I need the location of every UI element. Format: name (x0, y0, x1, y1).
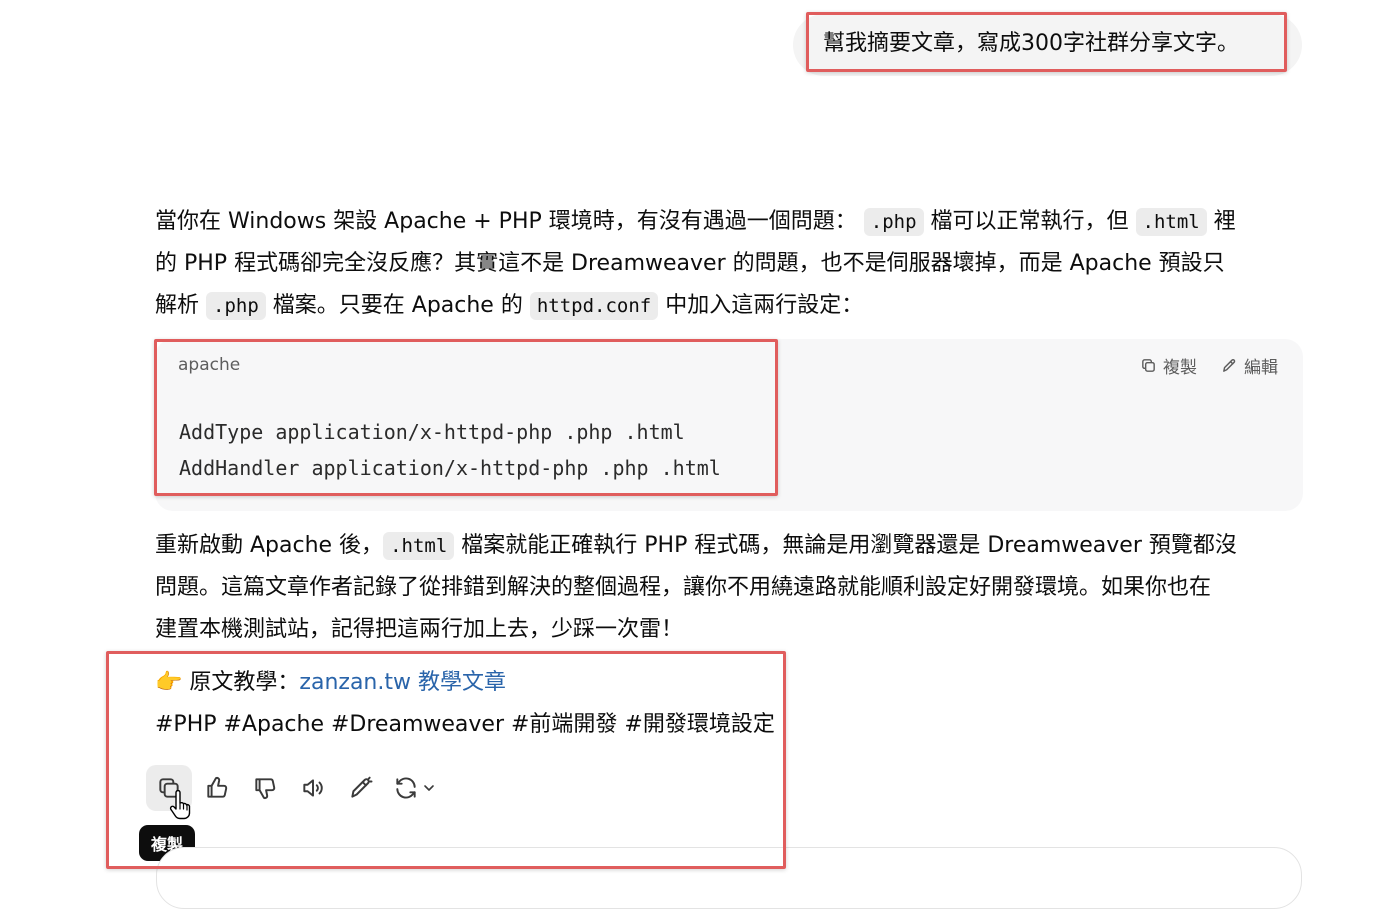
text-span: 中加入這兩行設定： (665, 293, 864, 318)
code-copy-button[interactable]: 複製 (1140, 353, 1197, 378)
text-span: 檔案就能正確執行 PHP 程式碼，無論是用瀏覽器還是 Dreamweaver 預… (461, 533, 1237, 558)
paragraph-line: 的 PHP 程式碼卻完全沒反應？其實這不是 Dreamweaver 的問題，也不… (155, 251, 1225, 276)
response-paragraph-1: 當你在 Windows 架設 Apache + PHP 環境時，有沒有遇過一個問… (155, 201, 1305, 327)
response-paragraph-2: 重新啟動 Apache 後， .html 檔案就能正確執行 PHP 程式碼，無論是… (155, 525, 1305, 651)
paragraph-line: 重新啟動 Apache 後， .html 檔案就能正確執行 PHP 程式碼，無論是… (155, 525, 1305, 567)
edit-pen-icon (1223, 359, 1236, 372)
paragraph-line: 建置本機測試站，記得把這兩行加上去，少踩一次雷！ (155, 617, 684, 642)
paragraph-line: 當你在 Windows 架設 Apache + PHP 環境時，有沒有遇過一個問… (155, 201, 1305, 243)
text-span: 檔可以正常執行，但 (930, 209, 1129, 234)
copy-icon (1142, 359, 1155, 372)
code-edit-button[interactable]: 編輯 (1221, 353, 1278, 378)
code-edit-label: 編輯 (1244, 358, 1278, 378)
text-span: 裡 (1213, 209, 1236, 234)
text-span: 檔案。只要在 Apache 的 (272, 293, 523, 318)
highlight-box-source-actions (106, 651, 786, 869)
inline-code: .html (383, 532, 455, 560)
code-copy-label: 複製 (1163, 358, 1197, 378)
highlight-box-code (154, 339, 778, 496)
text-span: 當你在 Windows 架設 Apache + PHP 環境時，有沒有遇過一個問… (155, 209, 857, 234)
text-span: 解析 (155, 293, 200, 318)
code-block-actions: 複製 編輯 (1140, 353, 1278, 378)
inline-code: .php (206, 292, 266, 320)
paragraph-line: 問題。這篇文章作者記錄了從排錯到解決的整個過程，讓你不用繞遠路就能順利設定好開發… (155, 575, 1212, 600)
text-span: 重新啟動 Apache 後， (155, 533, 384, 558)
inline-code: httpd.conf (529, 292, 659, 320)
inline-code: .php (863, 208, 924, 236)
highlight-box-user-message (806, 12, 1287, 72)
inline-code: .html (1135, 208, 1207, 236)
paragraph-line: 解析 .php 檔案。只要在 Apache 的 httpd.conf 中加入這兩… (155, 285, 1305, 327)
